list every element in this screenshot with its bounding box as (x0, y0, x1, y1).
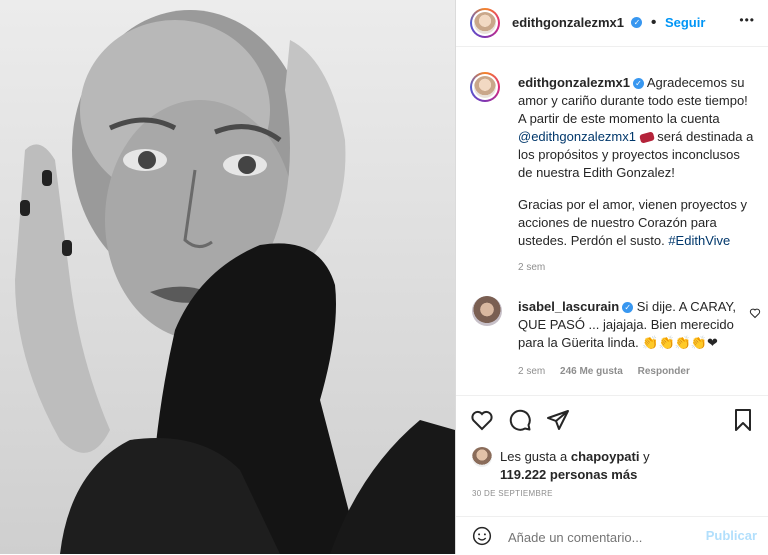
mention-link[interactable]: @edithgonzalezmx1 (518, 129, 636, 144)
caption-avatar[interactable] (470, 72, 500, 102)
post-side-panel: edithgonzalezmx1 ✓ • Seguir ••• edithgon… (455, 0, 768, 554)
caption-text: acciones de nuestro Corazón para (518, 215, 717, 230)
emoji-icon[interactable] (472, 526, 492, 546)
publish-button[interactable]: Publicar (706, 528, 757, 543)
caption-text: de nuestra Edith Gonzalez! (518, 165, 675, 180)
header-username[interactable]: edithgonzalezmx1 (512, 15, 624, 30)
heart-icon[interactable] (470, 408, 494, 432)
follow-button[interactable]: Seguir (665, 15, 705, 30)
clapping-emojis: 👏👏👏👏❤ (642, 335, 718, 350)
post-date[interactable]: 30 DE SEPTIEMBRE (472, 489, 553, 498)
comment-avatar[interactable] (472, 296, 502, 326)
portrait-illustration (15, 10, 455, 554)
likes-count[interactable]: 119.222 personas más (500, 466, 650, 484)
comment-input[interactable] (506, 526, 700, 548)
add-comment-bar: Publicar (456, 516, 768, 555)
hashtag-link[interactable]: #EdithVive (668, 233, 730, 248)
caption-text: amor y cariño durante todo este tiempo! (518, 93, 748, 108)
comment-heart-icon[interactable] (749, 307, 761, 319)
caption-time[interactable]: 2 sem (518, 262, 763, 273)
verified-badge-icon: ✓ (631, 17, 643, 29)
comment-text: Si dije. A CARAY, (636, 299, 737, 314)
comment-likes[interactable]: 246 Me gusta (560, 366, 623, 377)
caption-username[interactable]: edithgonzalezmx1 (518, 75, 630, 90)
reply-button[interactable]: Responder (638, 366, 690, 377)
bookmark-icon[interactable] (731, 408, 755, 432)
avatar[interactable] (470, 8, 500, 38)
verified-badge-icon: ✓ (622, 302, 634, 314)
comment-time[interactable]: 2 sem (518, 366, 545, 377)
likes-text: y (643, 449, 650, 464)
post-photo[interactable] (0, 0, 455, 554)
likes-summary: Les gusta a chapoypati y 119.222 persona… (500, 448, 650, 484)
comment-text: para la Güerita linda. (518, 335, 639, 350)
comment-text: QUE PASÓ ... jajajaja. Bien merecido (518, 317, 734, 332)
caption-text: Gracias por el amor, vienen proyectos y (518, 197, 748, 212)
caption-text: A partir de este momento la cuenta (518, 111, 720, 126)
caption-text: Agradecemos su (646, 75, 745, 90)
liker-avatar[interactable] (472, 447, 492, 467)
share-icon[interactable] (546, 408, 570, 432)
post-actions (456, 395, 768, 442)
liker-username[interactable]: chapoypati (571, 449, 640, 464)
comment-username[interactable]: isabel_lascurain (518, 299, 619, 314)
caption-text: será destinada a (657, 129, 754, 144)
comment-icon[interactable] (508, 408, 532, 432)
comment: isabel_lascurain ✓ Si dije. A CARAY, QUE … (518, 298, 748, 377)
verified-badge-icon: ✓ (632, 78, 644, 90)
likes-text: Les gusta a (500, 449, 568, 464)
caption-text: ustedes. Perdón el susto. (518, 233, 665, 248)
post-header: edithgonzalezmx1 ✓ • Seguir ••• (456, 0, 768, 47)
more-options-icon[interactable]: ••• (739, 13, 755, 27)
lips-emoji-icon (638, 131, 655, 144)
dot-separator: • (650, 14, 657, 31)
caption: edithgonzalezmx1 ✓ Agradecemos su amor y … (518, 74, 763, 273)
caption-text: los propósitos y proyectos inconclusos (518, 147, 740, 162)
